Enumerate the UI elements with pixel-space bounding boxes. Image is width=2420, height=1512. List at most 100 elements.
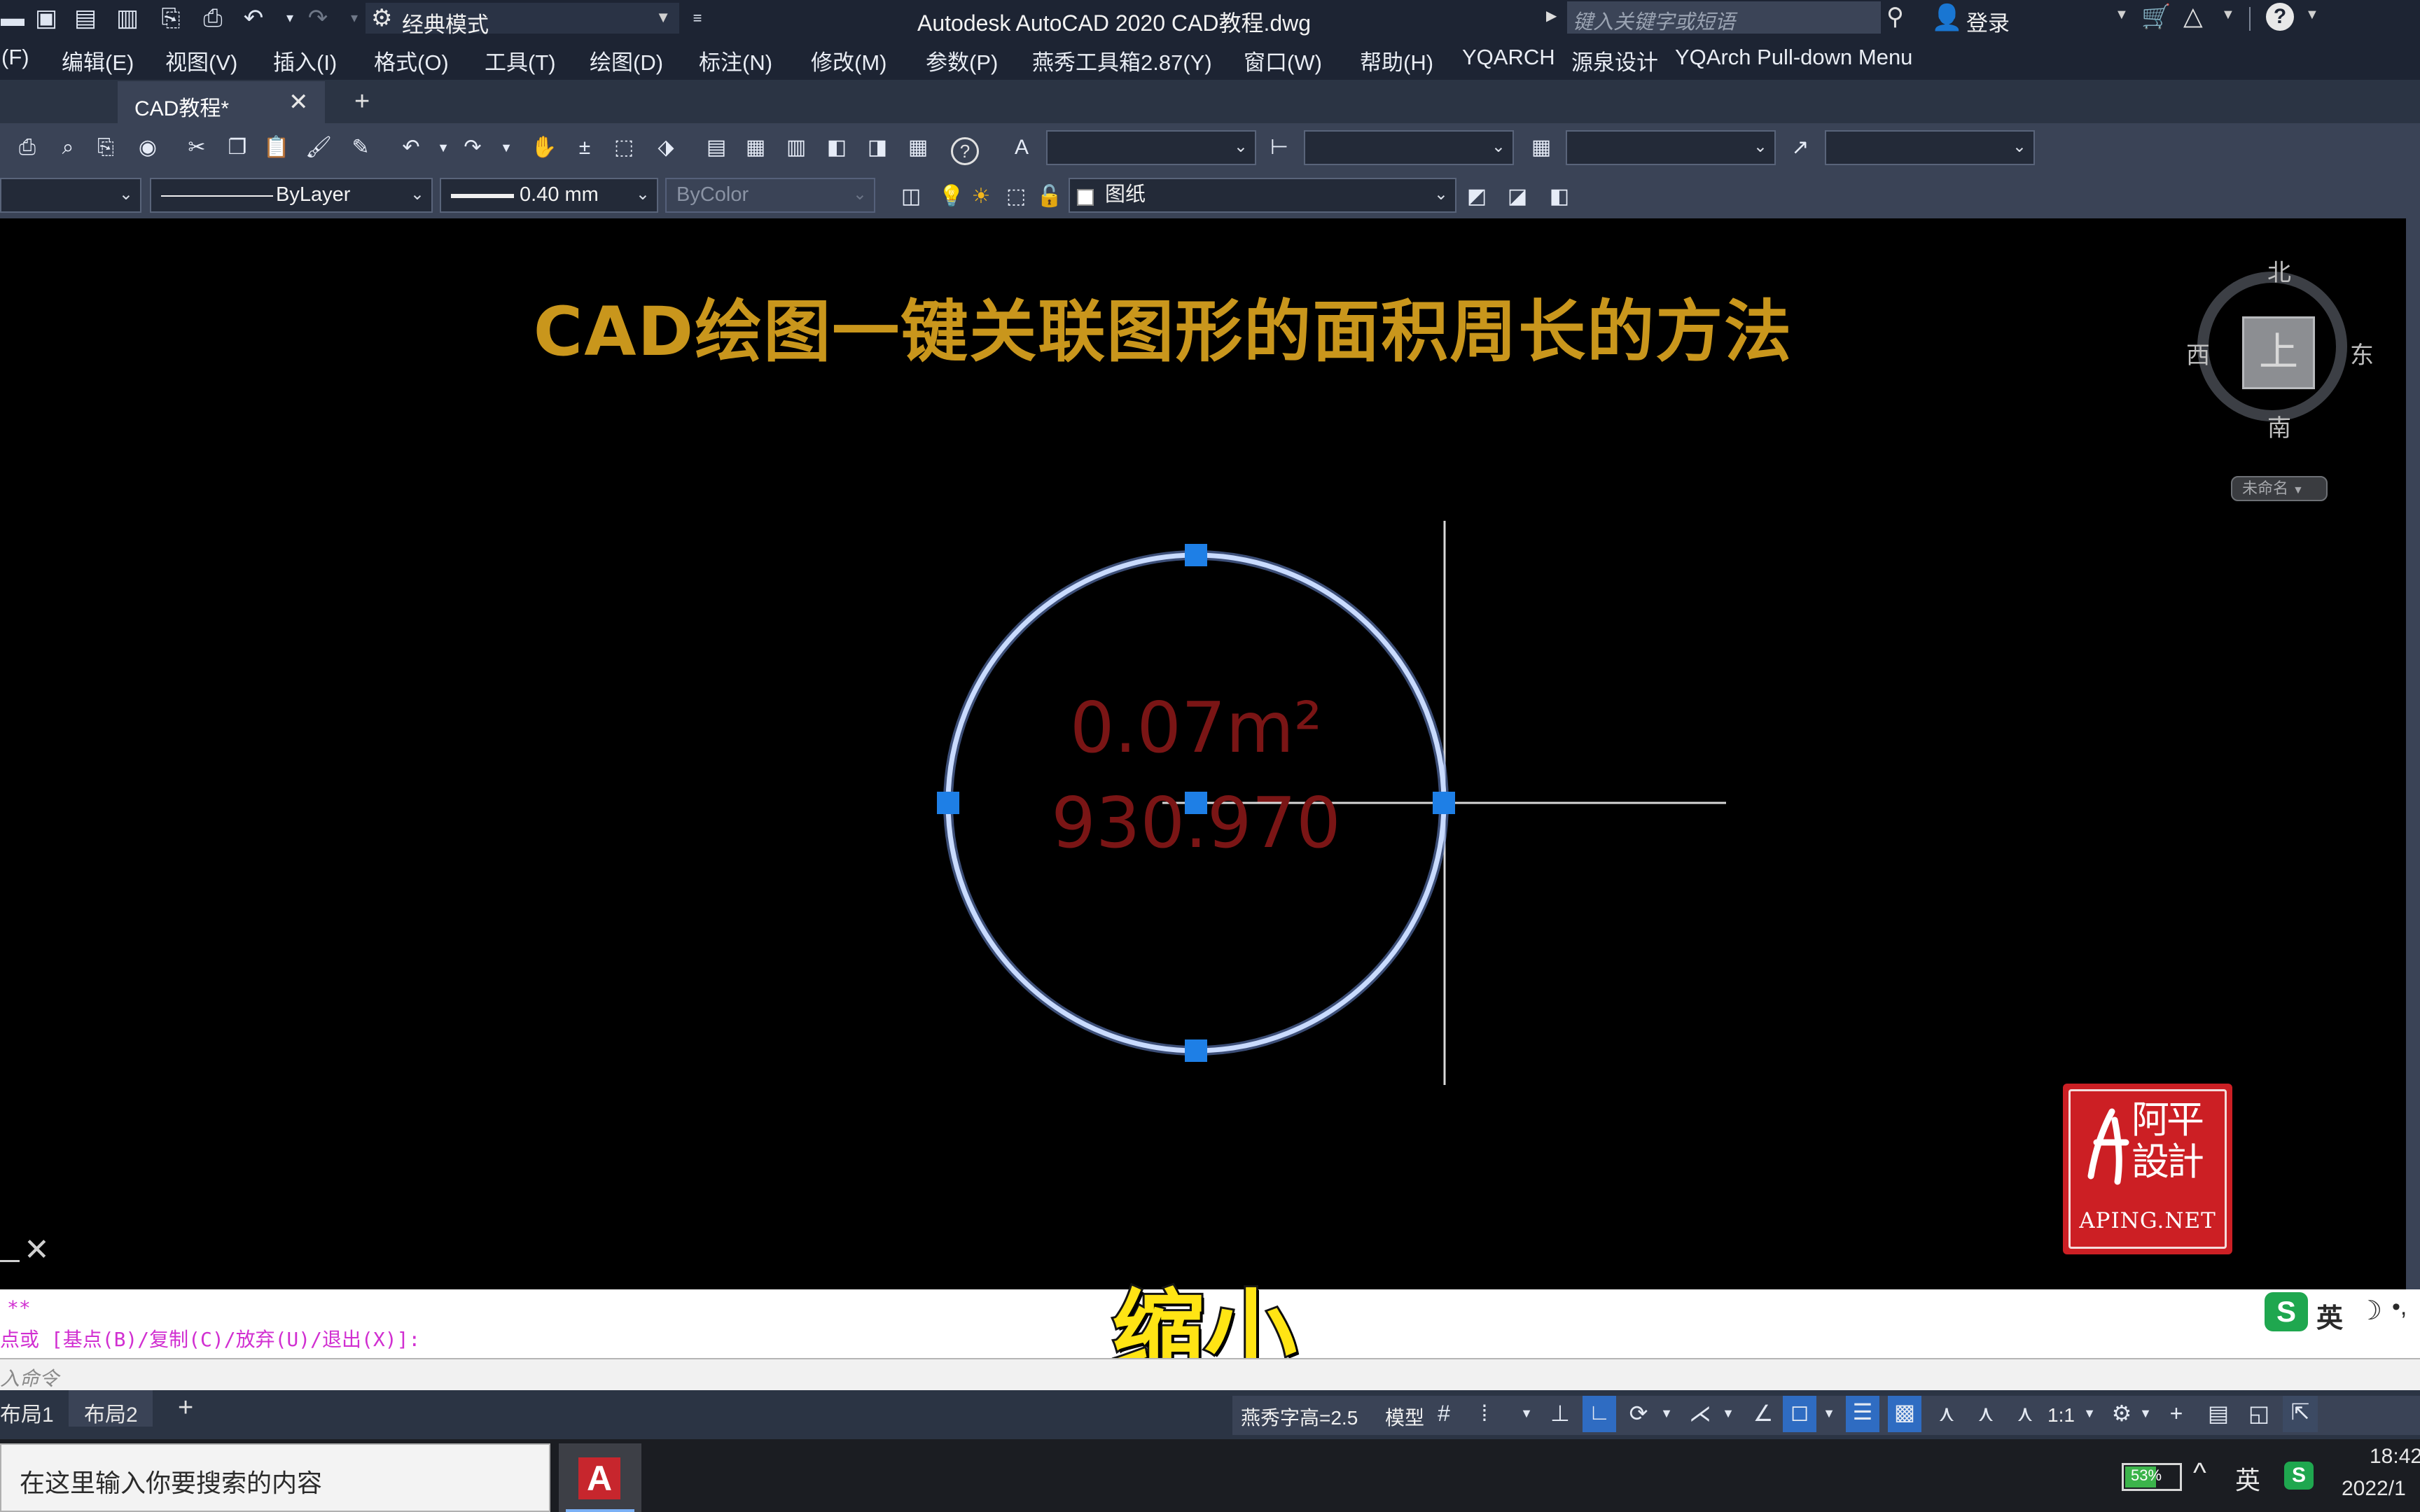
punctuation-icon[interactable]: •, [2392,1294,2407,1321]
customize-qat-icon[interactable]: ≡ [685,6,710,31]
command-input[interactable]: 入命令 [0,1358,2420,1392]
help-dropdown-icon[interactable]: ▼ [2305,7,2319,23]
infer-constraints-icon[interactable]: ⊥ [1546,1397,1574,1429]
selection-cycling-icon[interactable]: ⋏ [1933,1397,1961,1429]
drawing-canvas[interactable]: CAD绘图一键关联图形的面积周长的方法 0.07m² 930.970 上 北 南… [0,218,2406,1289]
grip-quadrant-right[interactable] [1433,792,1455,814]
grid-icon[interactable]: # [1430,1397,1458,1429]
file-tab[interactable]: CAD教程* ✕ [118,81,325,123]
new-tab-button[interactable]: + [354,87,370,117]
add-layout-button[interactable]: + [178,1393,193,1423]
compass-north-label[interactable]: 北 [2267,253,2291,288]
ime-toolbar[interactable]: S 英 ☽ •, [2262,1289,2420,1334]
quick-properties-icon[interactable]: ▤ [2203,1397,2234,1429]
menu-insert[interactable]: 插入(I) [273,45,337,76]
clock-time[interactable]: 18:42 [2370,1445,2420,1469]
multileader-style-icon[interactable]: ↗ [1786,133,1815,162]
grip-quadrant-bottom[interactable] [1185,1040,1207,1062]
menu-view[interactable]: 视图(V) [165,45,237,76]
text-height-indicator[interactable]: 燕秀字高=2.5 [1241,1403,1358,1431]
autocad-taskbar-button[interactable]: A [559,1443,641,1512]
redo-dropdown-icon[interactable]: ▾ [342,6,367,31]
save-as-icon[interactable]: ▤ [73,6,98,31]
grip-quadrant-left[interactable] [937,792,959,814]
redo-icon[interactable]: ↷ [305,6,331,31]
transparency-icon[interactable]: ▩ [1888,1396,1921,1432]
undo-icon[interactable]: ↶ [396,133,426,162]
match-properties-icon[interactable]: 🖌 [304,133,333,162]
osnap-dropdown-icon[interactable]: ▼ [1821,1397,1837,1429]
table-style-dropdown[interactable]: ⌄ [1566,130,1776,165]
command-line-grip[interactable] [0,1260,20,1262]
login-dropdown-icon[interactable]: ▼ [2115,7,2129,23]
color-dropdown[interactable]: ⌄ [0,178,141,213]
ortho-mode-icon[interactable]: ∟ [1583,1396,1616,1432]
make-current-layer-icon[interactable]: ◩ [1462,182,1491,211]
viewcube-face-top[interactable]: 上 [2242,316,2315,389]
input-language[interactable]: 英 [2235,1460,2260,1497]
a360-icon[interactable]: △ [2183,1,2203,31]
annotation-monitor-icon[interactable]: + [2161,1397,2192,1429]
plot-preview-icon[interactable]: ⌕ [53,133,83,162]
menu-help[interactable]: 帮助(H) [1360,45,1433,76]
tool-palettes-icon[interactable]: ▥ [781,133,811,162]
layer-dropdown[interactable]: 图纸 ⌄ [1069,178,1456,213]
snap-dropdown-icon[interactable]: ▼ [1518,1397,1535,1429]
search-expand-icon[interactable]: ▶ [1546,7,1557,24]
linetype-dropdown[interactable]: ByLayer ⌄ [150,178,433,213]
plot-icon[interactable]: ⎙ [200,6,225,31]
menu-dimension[interactable]: 标注(N) [699,45,772,76]
cut-icon[interactable]: ✂ [182,133,211,162]
zoom-window-icon[interactable]: ⬚ [609,133,639,162]
3d-print-icon[interactable]: ◉ [133,133,162,162]
markup-icon[interactable]: ◨ [863,133,892,162]
menu-yuanquan[interactable]: 源泉设计 [1571,45,1658,76]
redo-icon[interactable]: ↷ [458,133,487,162]
copy-icon[interactable]: ❐ [223,133,252,162]
publish-icon[interactable]: ▥ [115,6,140,31]
taskbar-search-placeholder[interactable]: 在这里输入你要搜索的内容 [20,1463,322,1499]
menu-file[interactable]: (F) [1,45,29,70]
sheet-set-icon[interactable]: ◧ [822,133,851,162]
plotstyle-dropdown[interactable]: ByColor ⌄ [665,178,875,213]
compass-east-label[interactable]: 东 [2350,336,2374,370]
undo-icon[interactable]: ↶ [241,6,266,31]
menu-yqarch[interactable]: YQARCH [1462,45,1555,70]
isolate-objects-icon[interactable]: ◱ [2244,1397,2274,1429]
menu-edit[interactable]: 编辑(E) [62,45,134,76]
menu-yqarch-pulldown[interactable]: YQArch Pull-down Menu [1675,45,1912,70]
plot-icon[interactable]: ⎙ [13,133,42,162]
multileader-style-dropdown[interactable]: ⌄ [1825,130,2035,165]
save-icon[interactable]: ▣ [34,6,59,31]
binoculars-icon[interactable]: ⚲ [1886,3,1904,31]
layer-previous-icon[interactable]: ◪ [1503,182,1532,211]
chevron-up-icon[interactable]: ^ [2193,1457,2206,1489]
open-icon[interactable]: ▬ [0,6,25,31]
pan-icon[interactable]: ✋ [529,133,559,162]
text-style-dropdown[interactable]: ⌄ [1046,130,1256,165]
menu-draw[interactable]: 绘图(D) [590,45,663,76]
search-input[interactable]: 键入关键字或短语 [1573,6,1735,35]
close-icon[interactable]: ✕ [24,1235,50,1266]
menu-window[interactable]: 窗口(W) [1244,45,1322,76]
clock-date[interactable]: 2022/1 [2342,1477,2406,1501]
layout-tab-1[interactable]: 布局1 [0,1397,54,1428]
dim-style-icon[interactable]: ⊢ [1265,133,1294,162]
ime-language[interactable]: 英 [2316,1296,2343,1335]
layout-tab-2[interactable]: 布局2 [69,1390,153,1427]
a360-dropdown-icon[interactable]: ▼ [2221,7,2235,23]
snap-icon[interactable]: ⁞ [1470,1397,1498,1429]
text-style-icon[interactable]: A [1007,133,1036,162]
hardware-acceleration-icon[interactable]: ⇱ [2283,1396,2318,1432]
dim-style-dropdown[interactable]: ⌄ [1304,130,1514,165]
menu-yanxiu-toolbox[interactable]: 燕秀工具箱2.87(Y) [1032,45,1212,76]
viewcube[interactable]: 上 北 南 西 东 [2186,253,2374,442]
paste-icon[interactable]: 📋 [262,133,291,162]
design-center-icon[interactable]: ▦ [741,133,770,162]
table-style-icon[interactable]: ▦ [1527,133,1556,162]
export-icon[interactable]: ⎘ [158,6,183,31]
redo-dropdown-icon[interactable]: ▼ [492,133,521,162]
grip-quadrant-top[interactable] [1185,544,1207,566]
help-icon[interactable]: ? [951,137,979,165]
zoom-previous-icon[interactable]: ⬗ [651,133,681,162]
